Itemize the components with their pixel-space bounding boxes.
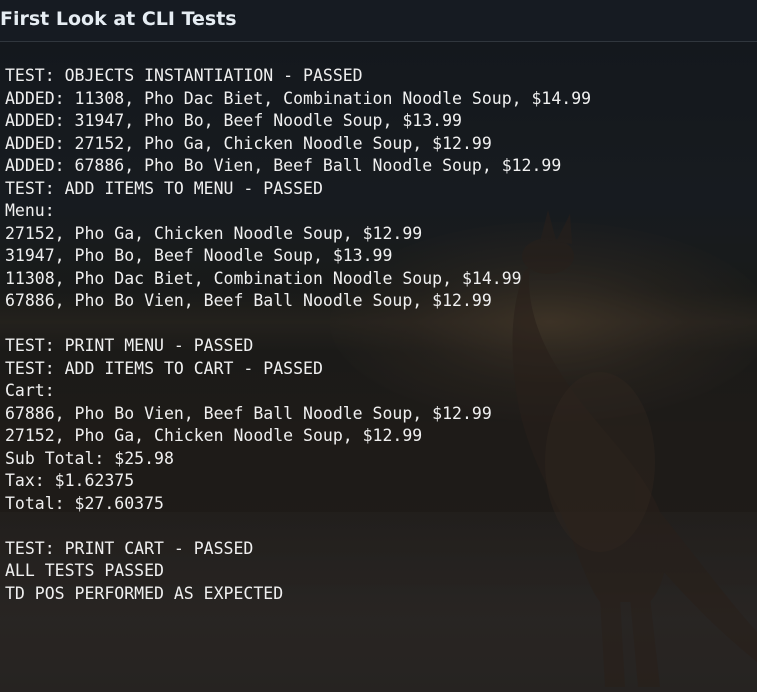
- terminal-line: TEST: ADD ITEMS TO MENU - PASSED: [5, 178, 323, 198]
- terminal-output[interactable]: TEST: OBJECTS INSTANTIATION - PASSED ADD…: [0, 42, 757, 692]
- terminal-line: 67886, Pho Bo Vien, Beef Ball Noodle Sou…: [5, 403, 492, 423]
- terminal-line: ALL TESTS PASSED: [5, 561, 164, 580]
- terminal-line: ADDED: 27152, Pho Ga, Chicken Noodle Sou…: [5, 133, 492, 153]
- cli-tests-panel: First Look at CLI Tests TEST: OBJECTS IN…: [0, 0, 757, 692]
- terminal-line: TEST: ADD ITEMS TO CART - PASSED: [5, 358, 323, 378]
- terminal-line: Cart:: [5, 381, 55, 400]
- panel-title: First Look at CLI Tests: [0, 8, 237, 30]
- panel-header: First Look at CLI Tests: [0, 0, 757, 42]
- terminal-line: ADDED: 11308, Pho Dac Biet, Combination …: [5, 88, 592, 108]
- terminal-line: Total: $27.60375: [5, 493, 164, 513]
- terminal-line: 11308, Pho Dac Biet, Combination Noodle …: [5, 268, 522, 288]
- terminal-line: 27152, Pho Ga, Chicken Noodle Soup, $12.…: [5, 426, 423, 445]
- terminal-line: ADDED: 31947, Pho Bo, Beef Noodle Soup, …: [5, 111, 462, 130]
- terminal-line: Sub Total: $25.98: [5, 448, 174, 468]
- terminal-lines: TEST: OBJECTS INSTANTIATION - PASSED ADD…: [5, 65, 591, 605]
- terminal-line: 67886, Pho Bo Vien, Beef Ball Noodle Sou…: [5, 291, 492, 310]
- terminal-line: TEST: PRINT CART - PASSED: [5, 538, 254, 558]
- terminal-line: TEST: PRINT MENU - PASSED: [5, 336, 254, 355]
- terminal-line: TEST: OBJECTS INSTANTIATION - PASSED: [5, 66, 363, 85]
- terminal-line: TD POS PERFORMED AS EXPECTED: [5, 583, 284, 603]
- terminal-line: Tax: $1.62375: [5, 471, 135, 490]
- terminal-line: Menu:: [5, 201, 55, 220]
- terminal-line: 31947, Pho Bo, Beef Noodle Soup, $13.99: [5, 246, 393, 265]
- terminal-line: ADDED: 67886, Pho Bo Vien, Beef Ball Noo…: [5, 156, 562, 175]
- terminal-line: 27152, Pho Ga, Chicken Noodle Soup, $12.…: [5, 223, 423, 243]
